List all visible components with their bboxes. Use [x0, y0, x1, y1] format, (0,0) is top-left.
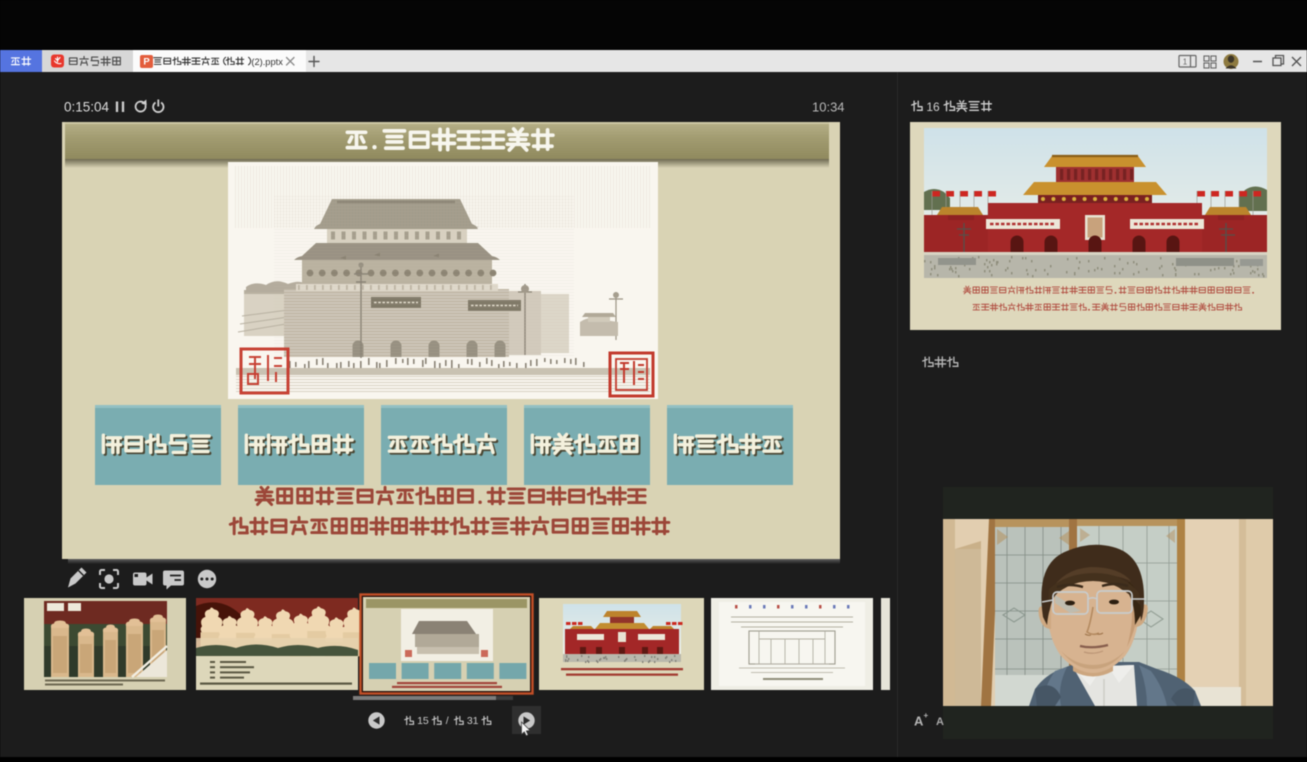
svg-text:(2).pptx: (2).pptx — [251, 57, 283, 67]
svg-text:P: P — [143, 57, 150, 68]
svg-text:10:34: 10:34 — [812, 100, 845, 115]
svg-text:/: / — [446, 715, 449, 727]
svg-text:31: 31 — [467, 715, 479, 727]
svg-text:15: 15 — [417, 715, 429, 727]
svg-text:A: A — [936, 716, 944, 728]
svg-text:1: 1 — [1183, 57, 1188, 66]
svg-text:A: A — [914, 714, 924, 729]
svg-text:16: 16 — [926, 100, 940, 114]
svg-text:+: + — [924, 711, 929, 720]
svg-text:0:15:04: 0:15:04 — [64, 100, 110, 115]
